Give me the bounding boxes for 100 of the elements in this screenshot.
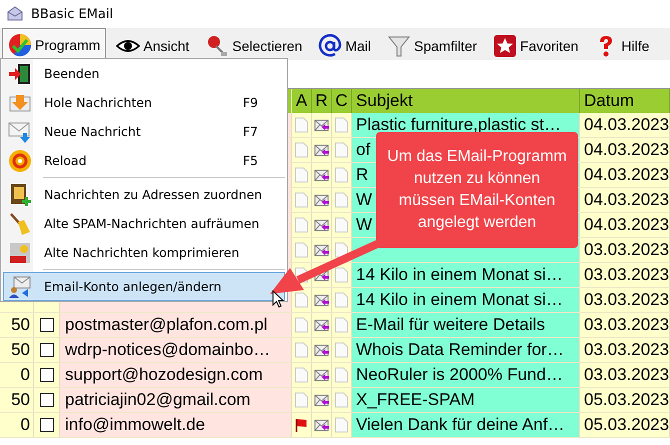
- envelope-icon: [314, 167, 329, 183]
- envelope-icon: [314, 217, 329, 233]
- table-cell: 03.03.2023: [580, 338, 670, 362]
- document-icon: [334, 367, 349, 383]
- checkbox[interactable]: [40, 418, 54, 432]
- address-book-icon: [8, 182, 32, 206]
- table-cell: 04.03.2023: [580, 213, 670, 237]
- table-cell: 03.03.2023: [580, 263, 670, 287]
- document-icon: [334, 242, 349, 258]
- document-icon: [334, 117, 349, 133]
- table-cell: 03.03.2023: [580, 313, 670, 337]
- document-icon: [294, 142, 309, 158]
- envelope-icon: [314, 342, 329, 358]
- checkbox[interactable]: [40, 368, 54, 382]
- envelope-icon: [8, 120, 32, 144]
- menu-item[interactable]: Hole Nachrichten F9: [3, 88, 285, 117]
- envelope-icon: [7, 6, 23, 22]
- table-cell: 05.03.2023: [580, 413, 670, 437]
- table-cell: 03.03.2023: [580, 363, 670, 387]
- document-icon: [334, 142, 349, 158]
- menu-item[interactable]: Nachrichten zu Adressen zuordnen: [3, 180, 285, 209]
- toolbar-button[interactable]: Spamfilter: [381, 30, 484, 60]
- table-cell: 14 Kilo in einem Monat si…: [352, 263, 580, 287]
- document-icon: [334, 417, 349, 433]
- toolbar-button[interactable]: Hilfe: [588, 30, 656, 60]
- menu-item[interactable]: Beenden: [3, 59, 285, 88]
- account-icon: [8, 274, 32, 298]
- checkbox[interactable]: [40, 393, 54, 407]
- envelope-icon: [314, 142, 329, 158]
- table-cell: 04.03.2023: [580, 113, 670, 137]
- document-icon: [294, 167, 309, 183]
- document-icon: [334, 292, 349, 308]
- document-icon: [334, 167, 349, 183]
- table-cell: 0: [0, 363, 34, 387]
- document-icon: [294, 292, 309, 308]
- table-cell: 50: [0, 313, 34, 337]
- document-icon: [334, 192, 349, 208]
- envelope-icon: [314, 292, 329, 308]
- broom-icon: [8, 212, 32, 236]
- toolbar-button[interactable]: Favoriten: [487, 30, 584, 60]
- table-cell: 04.03.2023: [580, 138, 670, 162]
- table-cell: X_FREE-SPAM: [352, 388, 580, 412]
- window-title: BBasic EMail: [31, 6, 114, 22]
- document-icon: [334, 342, 349, 358]
- table-cell: 04.03.2023: [580, 188, 670, 212]
- envelope-icon: [314, 417, 329, 433]
- envelope-icon: [314, 117, 329, 133]
- flag-icon: [294, 417, 309, 433]
- callout: Um das EMail-Programm nutzen zu können müssen EMail-Konten angelegt werden: [376, 132, 578, 248]
- table-cell: 03.03.2023: [580, 238, 670, 262]
- funnel-icon: [387, 34, 411, 58]
- table-cell: info@immowelt.de: [60, 413, 292, 437]
- document-icon: [294, 367, 309, 383]
- document-icon: [294, 192, 309, 208]
- document-icon: [294, 242, 309, 258]
- toolbar-button[interactable]: Selectieren: [199, 30, 308, 60]
- color-wheel-icon: [8, 32, 32, 56]
- checkbox[interactable]: [40, 343, 54, 357]
- envelope-icon: [314, 317, 329, 333]
- menu-item[interactable]: Reload F5: [3, 146, 285, 175]
- document-icon: [334, 317, 349, 333]
- table-cell: 50: [0, 388, 34, 412]
- table-cell: Whois Data Reminder for…: [352, 338, 580, 362]
- menu-item[interactable]: Alte SPAM-Nachrichten aufräumen: [3, 209, 285, 238]
- table-cell: patriciajin02@gmail.com: [60, 388, 292, 412]
- document-icon: [294, 392, 309, 408]
- document-icon: [334, 217, 349, 233]
- table-cell: wdrp-notices@domainbo…: [60, 338, 292, 362]
- envelope-icon: [314, 192, 329, 208]
- table-cell: Vielen Dank für deine Anf…: [352, 413, 580, 437]
- table-cell: 05.03.2023: [580, 388, 670, 412]
- table-cell: support@hozodesign.com: [60, 363, 292, 387]
- reload-icon: [8, 148, 32, 172]
- table-cell: NeoRuler is 2000% Fund…: [352, 363, 580, 387]
- document-icon: [294, 117, 309, 133]
- document-icon: [334, 267, 349, 283]
- envelope-icon: [314, 242, 329, 258]
- menu-item[interactable]: Neue Nachricht F7: [3, 117, 285, 146]
- table-cell: 03.03.2023: [580, 288, 670, 312]
- archive-icon: [8, 240, 32, 264]
- checkbox[interactable]: [40, 318, 54, 332]
- exit-door-icon: [8, 62, 32, 86]
- table-cell: E-Mail für weitere Details: [352, 313, 580, 337]
- toolbar-button[interactable]: Mail: [312, 30, 377, 60]
- at-sign-icon: [318, 34, 342, 58]
- pushpin-icon: [205, 34, 230, 58]
- document-icon: [294, 342, 309, 358]
- table-cell: 0: [0, 413, 34, 437]
- menu-item[interactable]: Alte Nachrichten komprimieren: [3, 238, 285, 267]
- document-icon: [294, 217, 309, 233]
- table-cell: postmaster@plafon.com.pl: [60, 313, 292, 337]
- document-icon: [294, 317, 309, 333]
- toolbar-button[interactable]: Programm: [2, 28, 106, 60]
- envelope-icon: [314, 367, 329, 383]
- envelope-icon: [314, 392, 329, 408]
- table-cell: 50: [0, 338, 34, 362]
- document-icon: [334, 392, 349, 408]
- menu-item[interactable]: Email-Konto anlegen/ändern: [3, 272, 285, 301]
- table-cell: 14 Kilo in einem Monat si…: [352, 288, 580, 312]
- table-cell: 04.03.2023: [580, 163, 670, 187]
